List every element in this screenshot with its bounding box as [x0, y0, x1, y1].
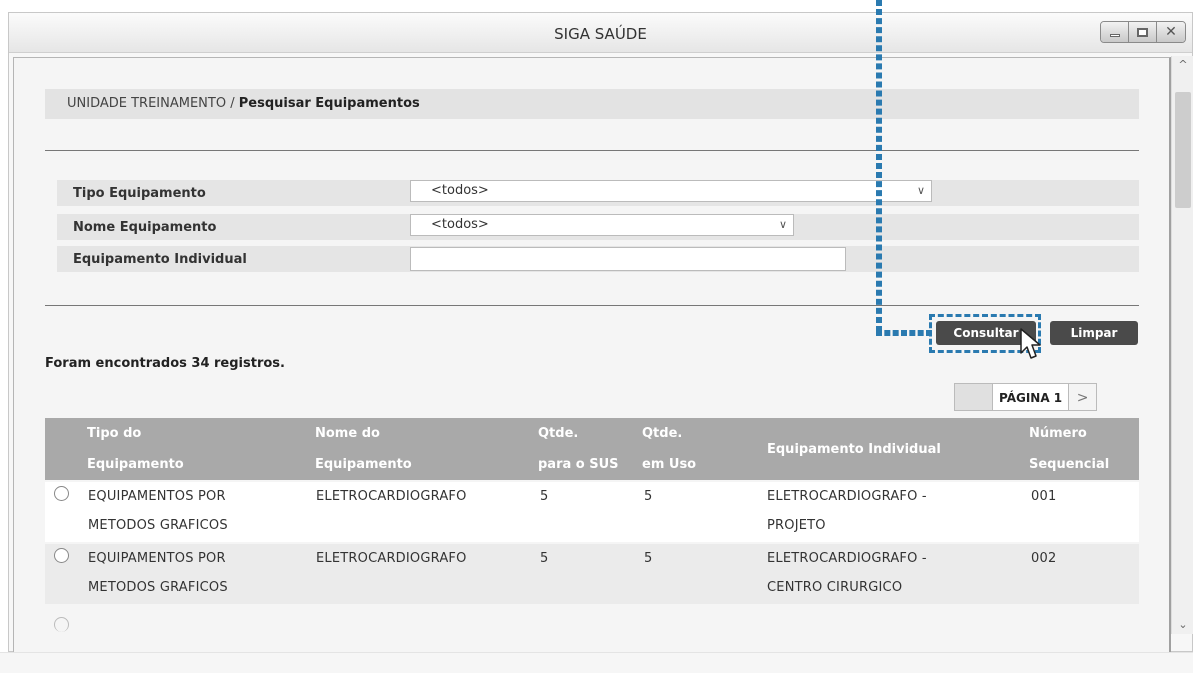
row-select-radio[interactable] — [54, 548, 69, 563]
close-icon: ✕ — [1165, 24, 1177, 40]
tipo-equipamento-select[interactable]: <todos> ∨ — [410, 180, 932, 202]
filter-row-nome: Nome Equipamento <todos> ∨ — [57, 214, 1139, 240]
header-seq-line1[interactable]: Número — [1029, 418, 1087, 449]
breadcrumb-unit[interactable]: UNIDADE TREINAMENTO / — [67, 96, 235, 111]
cell-nome: ELETROCARDIOGRAFO — [316, 551, 467, 566]
result-count: Foram encontrados 34 registros. — [45, 356, 285, 371]
tipo-equipamento-label: Tipo Equipamento — [73, 186, 206, 201]
header-individual[interactable]: Equipamento Individual — [767, 434, 941, 465]
chevron-down-icon: ∨ — [778, 218, 787, 231]
page-indicator: PÁGINA 1 — [999, 391, 1063, 405]
pagination: PÁGINA 1 > — [954, 383, 1098, 411]
cell-individual-line2: PROJETO — [767, 518, 826, 533]
equipamento-individual-input[interactable] — [410, 247, 846, 271]
cell-individual-line1: ELETROCARDIOGRAFO - — [767, 551, 927, 566]
divider-bottom — [45, 305, 1139, 306]
header-seq-line2[interactable]: Sequencial — [1029, 449, 1109, 480]
row-select-radio[interactable] — [54, 617, 69, 632]
nome-equipamento-select[interactable]: <todos> ∨ — [410, 214, 794, 236]
header-nome-line1[interactable]: Nome do — [315, 418, 380, 449]
scroll-up-arrow-icon[interactable]: ^ — [1172, 56, 1193, 74]
cell-individual-line1: ELETROCARDIOGRAFO - — [767, 489, 927, 504]
minimize-icon — [1109, 34, 1120, 37]
cell-nome: ELETROCARDIOGRAFO — [316, 489, 467, 504]
cell-sus: 5 — [540, 489, 549, 504]
divider-top — [45, 150, 1139, 151]
cell-uso: 5 — [644, 489, 653, 504]
cell-uso: 5 — [644, 551, 653, 566]
header-tipo-line1[interactable]: Tipo do — [87, 418, 141, 449]
cell-individual-line2: CENTRO CIRURGICO — [767, 580, 903, 595]
chevron-down-icon: ∨ — [916, 184, 925, 197]
filter-row-individual: Equipamento Individual — [57, 246, 1139, 272]
header-sus-line1[interactable]: Qtde. — [538, 418, 578, 449]
header-nome-line2[interactable]: Equipamento — [315, 449, 412, 480]
highlight-connector-horizontal — [876, 330, 932, 336]
header-sus-line2[interactable]: para o SUS — [538, 449, 619, 480]
status-bar — [0, 652, 1193, 673]
cell-seq: 001 — [1031, 489, 1057, 504]
cell-seq: 002 — [1031, 551, 1057, 566]
header-uso-line1[interactable]: Qtde. — [642, 418, 682, 449]
nome-equipamento-label: Nome Equipamento — [73, 220, 217, 235]
cell-tipo-line1: EQUIPAMENTOS POR — [88, 489, 226, 504]
vertical-scrollbar[interactable]: ^ ⌄ — [1171, 56, 1193, 634]
previous-page-button[interactable] — [955, 384, 993, 410]
cell-tipo-line2: METODOS GRAFICOS — [88, 518, 228, 533]
highlight-connector-vertical — [876, 0, 882, 332]
nome-equipamento-value: <todos> — [431, 217, 489, 232]
mouse-pointer-icon — [1020, 328, 1041, 359]
window-controls: ✕ — [1100, 21, 1186, 43]
header-uso-line2[interactable]: em Uso — [642, 449, 696, 480]
minimize-button[interactable] — [1101, 22, 1129, 42]
equipamento-individual-label: Equipamento Individual — [73, 252, 247, 267]
cell-tipo-line2: METODOS GRAFICOS — [88, 580, 228, 595]
row-select-radio[interactable] — [54, 486, 69, 501]
cell-sus: 5 — [540, 551, 549, 566]
filter-row-tipo: Tipo Equipamento <todos> ∨ — [57, 180, 1139, 206]
close-button[interactable]: ✕ — [1157, 22, 1185, 42]
limpar-button[interactable]: Limpar — [1050, 321, 1138, 345]
maximize-button[interactable] — [1129, 22, 1157, 42]
window-title: SIGA SAÚDE — [554, 25, 647, 43]
table-row[interactable]: EQUIPAMENTOS POR METODOS GRAFICOS ELETRO… — [45, 544, 1139, 604]
title-bar: SIGA SAÚDE ✕ — [9, 13, 1192, 53]
breadcrumb-current: Pesquisar Equipamentos — [238, 96, 420, 111]
maximize-icon — [1137, 27, 1148, 37]
table-header: Tipo do Equipamento Nome do Equipamento … — [45, 418, 1139, 480]
scroll-thumb[interactable] — [1175, 92, 1191, 208]
tipo-equipamento-value: <todos> — [431, 183, 489, 198]
table-row[interactable]: EQUIPAMENTOS POR METODOS GRAFICOS ELETRO… — [45, 482, 1139, 542]
breadcrumb: UNIDADE TREINAMENTO / Pesquisar Equipame… — [45, 89, 1139, 119]
header-tipo-line2[interactable]: Equipamento — [87, 449, 184, 480]
next-page-button[interactable]: > — [1068, 384, 1097, 410]
cell-tipo-line1: EQUIPAMENTOS POR — [88, 551, 226, 566]
chevron-right-icon: > — [1076, 390, 1089, 406]
scroll-down-arrow-icon[interactable]: ⌄ — [1172, 616, 1193, 634]
